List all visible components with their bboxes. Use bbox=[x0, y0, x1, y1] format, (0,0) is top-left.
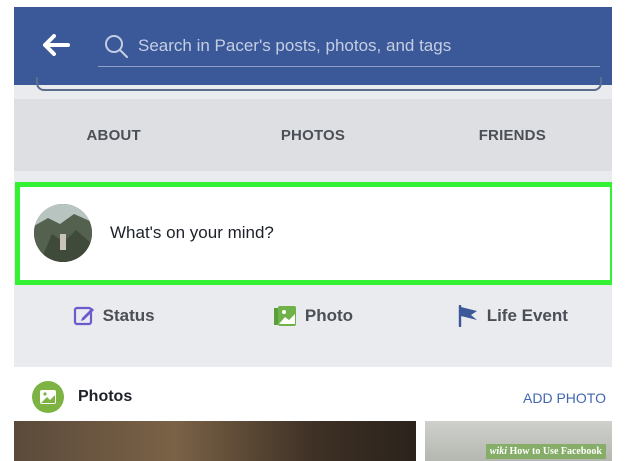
photo-label: Photo bbox=[304, 306, 354, 325]
profile-tabs: ABOUT PHOTOS FRIENDS bbox=[14, 99, 612, 171]
add-photo-link[interactable]: ADD PHOTO bbox=[523, 390, 606, 406]
tab-friends[interactable]: FRIENDS bbox=[413, 99, 612, 171]
photos-section-title: Photos bbox=[78, 388, 133, 405]
photo-thumbnail[interactable]: wiki How to Use Facebook bbox=[425, 421, 612, 461]
status-label: Status bbox=[102, 306, 155, 325]
magnifier-icon bbox=[105, 34, 128, 58]
composer-prompt: What's on your mind? bbox=[110, 223, 274, 242]
edit-icon bbox=[73, 306, 94, 326]
tab-about[interactable]: ABOUT bbox=[14, 99, 213, 171]
photo-thumbnail[interactable] bbox=[14, 421, 416, 461]
avatar bbox=[34, 204, 92, 262]
search-bar[interactable] bbox=[98, 25, 600, 67]
status-composer[interactable]: What's on your mind? bbox=[15, 182, 612, 285]
photo-icon bbox=[273, 306, 296, 326]
life-event-button[interactable]: Life Event bbox=[413, 285, 612, 347]
photos-section-header: Photos ADD PHOTO bbox=[14, 367, 612, 429]
photos-section-icon bbox=[32, 381, 64, 413]
image-icon bbox=[40, 390, 56, 404]
back-button[interactable] bbox=[38, 31, 74, 59]
app-frame: ABOUT PHOTOS FRIENDS What's on your mind… bbox=[14, 7, 612, 461]
photo-button[interactable]: Photo bbox=[213, 285, 412, 347]
search-input[interactable] bbox=[138, 35, 578, 56]
composer-actions: Status Photo Life Event bbox=[14, 285, 612, 347]
top-bar bbox=[14, 7, 612, 91]
life-event-label: Life Event bbox=[486, 306, 568, 325]
search-underline-decoration bbox=[36, 77, 602, 91]
flag-icon bbox=[458, 305, 477, 327]
photo-thumbnails: wiki How to Use Facebook bbox=[14, 421, 612, 461]
left-arrow-icon bbox=[43, 34, 70, 56]
wikihow-watermark: wiki How to Use Facebook bbox=[485, 444, 606, 459]
tab-photos[interactable]: PHOTOS bbox=[213, 99, 412, 171]
status-button[interactable]: Status bbox=[14, 285, 213, 347]
